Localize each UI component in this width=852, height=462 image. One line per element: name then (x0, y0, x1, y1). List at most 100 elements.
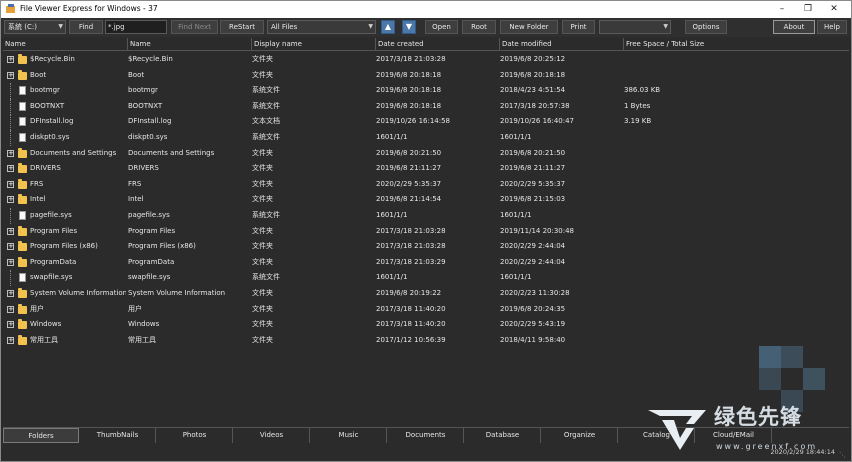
nav-up-icon[interactable]: ▲ (381, 20, 395, 34)
row-display-name: 文件夹 (252, 335, 273, 344)
row-size (624, 68, 848, 84)
column-header-name2[interactable]: Name (127, 38, 251, 51)
table-row[interactable]: diskpt0.sys diskpt0.sys 系统文件 1601/1/1 1601/1… (3, 130, 849, 146)
table-row[interactable]: System Volume Information System Volume I… (3, 286, 849, 302)
table-row[interactable]: DRIVERS DRIVERS 文件夹 2019/6/8 21:11:27 2019/6… (3, 161, 849, 177)
tab-music[interactable]: Music (311, 428, 387, 443)
find-input[interactable]: *.jpg (105, 20, 167, 34)
restart-button[interactable]: ReStart (220, 20, 264, 34)
title-bar: File Viewer Express for Windows - 37 – ❐… (1, 1, 851, 18)
help-button[interactable]: Help (817, 20, 847, 34)
tab-database[interactable]: Database (465, 428, 541, 443)
find-button[interactable]: Find (69, 20, 103, 34)
column-header-size[interactable]: Free Space / Total Size (623, 38, 849, 51)
table-row[interactable]: Program Files (x86) Program Files (x86) 文件… (3, 239, 849, 255)
expand-icon[interactable]: + (7, 180, 14, 188)
column-header-date-modified[interactable]: Date modified (499, 38, 623, 51)
expand-icon[interactable]: + (7, 227, 14, 235)
tab-videos[interactable]: Videos (234, 428, 310, 443)
expand-icon[interactable]: + (7, 149, 14, 157)
restore-icon[interactable]: ❐ (797, 1, 819, 18)
table-row[interactable]: Documents and Settings Documents and Sett… (3, 146, 849, 162)
print-button[interactable]: Print (562, 20, 595, 34)
table-row[interactable]: Intel Intel 文件夹 2019/6/8 21:14:54 2019/6/8 2… (3, 192, 849, 208)
close-icon[interactable]: ✕ (823, 1, 845, 18)
expand-icon[interactable]: + (7, 258, 14, 266)
expand-icon[interactable]: + (7, 165, 14, 173)
row-size (624, 239, 848, 255)
table-row[interactable]: DFInstall.log DFInstall.log 文本文档 2019/10/26… (3, 114, 849, 131)
row-name2: Intel (128, 195, 144, 204)
row-date-modified: 2019/6/8 20:24:35 (500, 304, 566, 313)
row-display-name: 文件夹 (252, 226, 273, 235)
chevron-down-icon: ▼ (58, 23, 63, 30)
tree-line (10, 208, 11, 224)
row-name2: Program Files (128, 226, 176, 235)
tab-folders[interactable]: Folders (3, 428, 79, 443)
row-size (624, 224, 848, 240)
row-date-created: 2017/3/18 21:03:28 (376, 226, 446, 235)
row-name2: pagefile.sys (128, 211, 170, 219)
chevron-down-icon: ▼ (663, 23, 668, 30)
table-row[interactable]: bootmgr bootmgr 系统文件 2019/6/8 20:18:18 2018/… (3, 83, 849, 100)
row-date-modified: 2020/2/29 2:44:04 (500, 257, 566, 266)
tab-thumbnails[interactable]: ThumbNails (80, 428, 156, 443)
table-row[interactable]: BOOTNXT BOOTNXT 系统文件 2019/6/8 20:18:18 2017/… (3, 98, 849, 115)
expand-icon[interactable]: + (7, 243, 14, 251)
table-row[interactable]: Program Files Program Files 文件夹 2017/3/18 2… (3, 224, 849, 240)
row-name: DFInstall.log (30, 117, 74, 126)
folder-icon (18, 147, 27, 158)
row-name2: Program Files (x86) (128, 242, 196, 251)
row-size (624, 302, 848, 318)
row-name: DRIVERS (30, 164, 61, 173)
row-date-modified: 2019/6/8 20:18:18 (500, 70, 566, 79)
row-name: swapfile.sys (30, 273, 73, 282)
tab-organize[interactable]: Organize (542, 428, 618, 443)
table-row[interactable]: pagefile.sys pagefile.sys 系统文件 1601/1/1 1601… (3, 208, 849, 224)
options-button[interactable]: Options (685, 20, 727, 34)
expand-icon[interactable]: + (7, 196, 14, 204)
root-button[interactable]: Root (462, 20, 496, 34)
table-row[interactable]: ProgramData ProgramData 文件夹 2017/3/18 21:03… (3, 255, 849, 271)
expand-icon[interactable]: + (7, 305, 14, 313)
row-display-name: 系统文件 (252, 273, 280, 282)
row-date-modified: 2020/2/29 5:35:37 (500, 179, 566, 188)
minimize-icon[interactable]: – (771, 1, 793, 18)
new-folder-button[interactable]: New Folder (500, 20, 558, 34)
tree-line (10, 270, 11, 287)
chevron-down-icon: ▼ (368, 23, 373, 30)
row-name2: diskpt0.sys (128, 133, 168, 141)
row-date-created: 2017/3/18 21:03:29 (376, 257, 446, 266)
tab-documents[interactable]: Documents (388, 428, 464, 443)
expand-icon[interactable]: + (7, 290, 14, 297)
about-button[interactable]: About (773, 20, 815, 34)
extra-select[interactable]: ▼ (599, 20, 671, 34)
table-row[interactable]: Windows Windows 文件夹 2017/3/18 11:40:20 2020/… (3, 317, 849, 333)
table-row[interactable]: FRS FRS 文件夹 2020/2/29 5:35:37 2020/2/29 5:35… (3, 177, 849, 193)
column-header-display-name[interactable]: Display name (251, 38, 375, 51)
file-filter-select[interactable]: All Files ▼ (267, 20, 376, 34)
row-date-created: 2020/2/29 5:35:37 (376, 179, 442, 188)
watermark-logo-icon (648, 410, 706, 450)
expand-icon[interactable]: + (7, 56, 14, 63)
column-header-name[interactable]: Name (3, 38, 127, 51)
table-row[interactable]: swapfile.sys swapfile.sys 系统文件 1601/1/1 1601… (3, 270, 849, 287)
expand-icon[interactable]: + (7, 71, 14, 79)
table-row[interactable]: $Recycle.Bin $Recycle.Bin 文件夹 2017/3/18 21:… (3, 52, 849, 68)
drive-select[interactable]: 系統 (C:) ▼ (4, 20, 66, 34)
row-name: FRS (30, 179, 44, 188)
find-next-button[interactable]: Find Next (171, 20, 218, 34)
row-display-name: 文件夹 (252, 70, 273, 79)
row-date-created: 2017/3/18 11:40:20 (376, 304, 446, 313)
table-row[interactable]: Boot Boot 文件夹 2019/6/8 20:18:18 2019/6/8 20:… (3, 68, 849, 84)
row-date-created: 2017/3/18 21:03:28 (376, 55, 446, 63)
tab-photos[interactable]: Photos (157, 428, 233, 443)
table-row[interactable]: 用户 用户 文件夹 2017/3/18 11:40:20 2019/6/8 20:24:… (3, 302, 849, 318)
open-button[interactable]: Open (425, 20, 458, 34)
file-icon (19, 101, 26, 111)
expand-icon[interactable]: + (7, 336, 14, 344)
column-header-date-created[interactable]: Date created (375, 38, 499, 51)
nav-down-icon[interactable]: ▼ (402, 20, 416, 34)
row-name2: swapfile.sys (128, 273, 171, 282)
expand-icon[interactable]: + (7, 321, 14, 329)
